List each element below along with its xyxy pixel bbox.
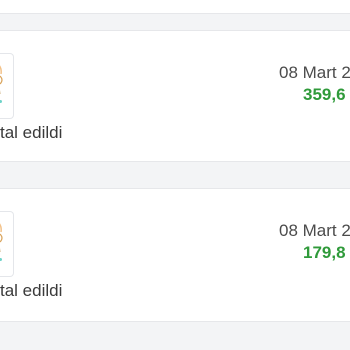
order-card[interactable]: tal edildi 08 Mart 2 359,6 (0, 30, 350, 162)
order-date: 08 Mart 2 (279, 63, 350, 82)
order-list: tal edildi 08 Mart 2 359,6 tal edildi 08… (0, 0, 350, 350)
order-card-partial[interactable] (0, 0, 350, 14)
order-price: 179,8 (303, 243, 346, 262)
order-card[interactable]: tal edildi 08 Mart 2 179,8 (0, 188, 350, 322)
product-thumbnail-icon[interactable] (0, 211, 14, 277)
order-status: tal edildi (0, 281, 63, 300)
order-status: tal edildi (0, 123, 63, 142)
product-thumbnail-icon[interactable] (0, 53, 14, 119)
order-date: 08 Mart 2 (279, 221, 350, 240)
order-price: 359,6 (303, 85, 346, 104)
